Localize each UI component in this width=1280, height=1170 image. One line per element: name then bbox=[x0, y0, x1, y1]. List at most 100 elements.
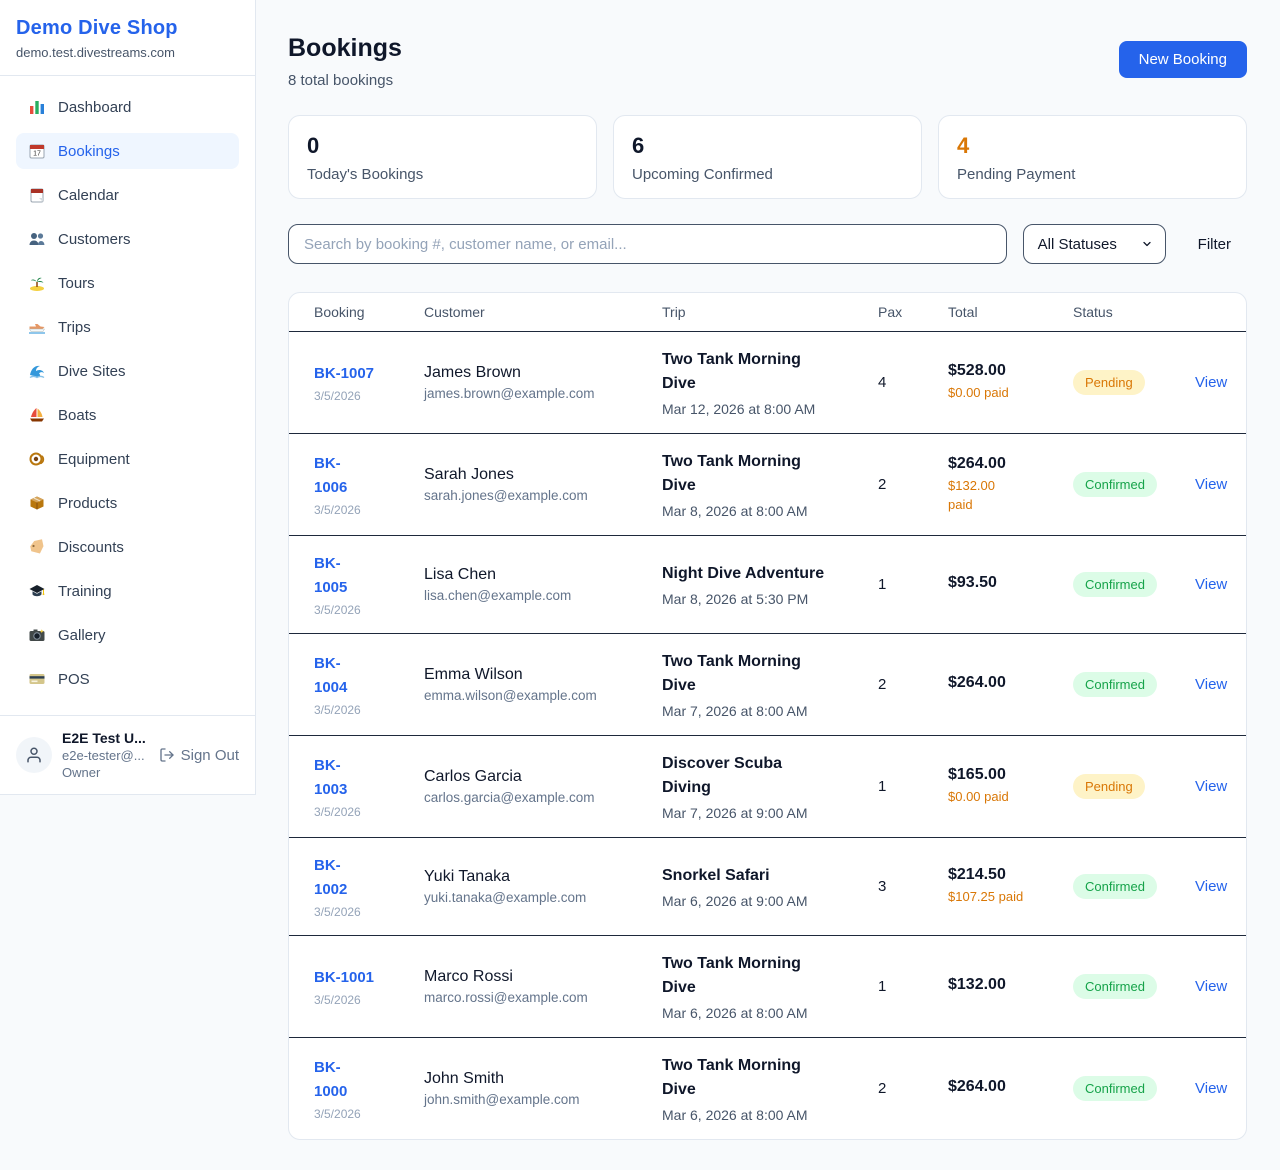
customer-name: Lisa Chen bbox=[424, 566, 638, 584]
trip-datetime: Mar 6, 2026 at 9:00 AM bbox=[662, 893, 854, 909]
trip-name: Two Tank Morning Dive bbox=[662, 348, 854, 396]
total-bookings-count: 8 total bookings bbox=[288, 72, 402, 89]
customer-name: Emma Wilson bbox=[424, 666, 638, 684]
view-link[interactable]: View bbox=[1195, 576, 1227, 593]
sidebar-item-customers[interactable]: Customers bbox=[16, 221, 239, 257]
sidebar-item-dive-sites[interactable]: Dive Sites bbox=[16, 353, 239, 389]
trip-datetime: Mar 7, 2026 at 9:00 AM bbox=[662, 805, 854, 821]
customer-name: Marco Rossi bbox=[424, 968, 638, 986]
sidebar-item-products[interactable]: Products bbox=[16, 485, 239, 521]
bookings-table: Booking Customer Trip Pax Total Status B… bbox=[289, 293, 1247, 1139]
sidebar-item-dashboard[interactable]: Dashboard bbox=[16, 89, 239, 125]
total-amount: $132.00 bbox=[948, 976, 1049, 994]
view-link[interactable]: View bbox=[1195, 676, 1227, 693]
user-meta: E2E Test U... e2e-tester@... Owner bbox=[62, 730, 149, 780]
sidebar-item-gallery[interactable]: Gallery bbox=[16, 617, 239, 653]
calendar-page-icon bbox=[28, 186, 46, 204]
trip-datetime: Mar 6, 2026 at 8:00 AM bbox=[662, 1107, 854, 1123]
booking-date: 3/5/2026 bbox=[314, 1107, 400, 1121]
stat-value: 0 bbox=[307, 133, 578, 159]
bar-chart-icon bbox=[28, 98, 46, 116]
view-link[interactable]: View bbox=[1195, 878, 1227, 895]
users-icon bbox=[28, 230, 46, 248]
sidebar-item-pos[interactable]: POS bbox=[16, 661, 239, 697]
booking-code-link[interactable]: BK- 1004 bbox=[314, 652, 347, 700]
total-amount: $93.50 bbox=[948, 574, 1049, 592]
stat-label: Upcoming Confirmed bbox=[632, 166, 903, 183]
booking-date: 3/5/2026 bbox=[314, 905, 400, 919]
stat-card-pending-payment: 4 Pending Payment bbox=[938, 115, 1247, 199]
sidebar-item-calendar[interactable]: Calendar bbox=[16, 177, 239, 213]
booking-code-link[interactable]: BK-1001 bbox=[314, 966, 374, 990]
sidebar-item-discounts[interactable]: Discounts bbox=[16, 529, 239, 565]
booking-code-link[interactable]: BK-1007 bbox=[314, 362, 374, 386]
booking-code-link[interactable]: BK- 1005 bbox=[314, 552, 347, 600]
sidebar: Demo Dive Shop demo.test.divestreams.com… bbox=[0, 0, 256, 795]
sidebar-item-label: Boats bbox=[58, 407, 96, 424]
customer-email: emma.wilson@example.com bbox=[424, 688, 638, 703]
status-badge: Confirmed bbox=[1073, 472, 1157, 497]
trip-name: Night Dive Adventure bbox=[662, 562, 854, 586]
user-name: E2E Test U... bbox=[62, 730, 149, 746]
new-booking-button[interactable]: New Booking bbox=[1119, 41, 1247, 78]
trip-name: Snorkel Safari bbox=[662, 864, 854, 888]
user-block: E2E Test U... e2e-tester@... Owner Sign … bbox=[0, 715, 255, 794]
pax-count: 2 bbox=[866, 634, 936, 736]
avatar bbox=[16, 737, 52, 773]
sidebar-item-label: Gallery bbox=[58, 627, 106, 644]
customer-email: john.smith@example.com bbox=[424, 1092, 638, 1107]
view-link[interactable]: View bbox=[1195, 476, 1227, 493]
col-header-total: Total bbox=[936, 293, 1061, 332]
status-filter-select[interactable]: All Statuses bbox=[1023, 224, 1166, 264]
page-header: Bookings 8 total bookings New Booking bbox=[288, 34, 1247, 89]
table-row: BK- 1003 3/5/2026 Carlos Garcia carlos.g… bbox=[289, 736, 1247, 838]
trip-datetime: Mar 6, 2026 at 8:00 AM bbox=[662, 1005, 854, 1021]
sidebar-item-training[interactable]: Training bbox=[16, 573, 239, 609]
sidebar-item-tours[interactable]: Tours bbox=[16, 265, 239, 301]
booking-code-link[interactable]: BK- 1000 bbox=[314, 1056, 347, 1104]
sidebar-item-bookings[interactable]: 17 Bookings bbox=[16, 133, 239, 169]
booking-code-link[interactable]: BK- 1003 bbox=[314, 754, 347, 802]
sign-out-button[interactable]: Sign Out bbox=[159, 747, 239, 764]
sidebar-item-trips[interactable]: Trips bbox=[16, 309, 239, 345]
view-link[interactable]: View bbox=[1195, 374, 1227, 391]
customer-email: sarah.jones@example.com bbox=[424, 488, 638, 503]
sailboat-icon bbox=[28, 406, 46, 424]
user-role: Owner bbox=[62, 765, 149, 780]
booking-date: 3/5/2026 bbox=[314, 703, 400, 717]
sidebar-item-label: Dive Sites bbox=[58, 363, 126, 380]
customer-name: Carlos Garcia bbox=[424, 768, 638, 786]
status-filter-value: All Statuses bbox=[1038, 236, 1117, 253]
sidebar-item-equipment[interactable]: Equipment bbox=[16, 441, 239, 477]
total-amount: $264.00 bbox=[948, 674, 1049, 692]
booking-code-link[interactable]: BK- 1002 bbox=[314, 854, 347, 902]
trip-name: Two Tank Morning Dive bbox=[662, 1054, 854, 1102]
col-header-status: Status bbox=[1061, 293, 1183, 332]
table-row: BK- 1000 3/5/2026 John Smith john.smith@… bbox=[289, 1038, 1247, 1140]
sidebar-nav: Dashboard 17 Bookings Calendar Customers bbox=[0, 76, 255, 715]
pax-count: 1 bbox=[866, 936, 936, 1038]
view-link[interactable]: View bbox=[1195, 1080, 1227, 1097]
customer-name: John Smith bbox=[424, 1070, 638, 1088]
status-badge: Confirmed bbox=[1073, 1076, 1157, 1101]
status-badge: Pending bbox=[1073, 774, 1145, 799]
view-link[interactable]: View bbox=[1195, 778, 1227, 795]
search-input[interactable] bbox=[288, 224, 1007, 264]
customer-email: lisa.chen@example.com bbox=[424, 588, 638, 603]
filter-button[interactable]: Filter bbox=[1182, 236, 1247, 253]
stat-value: 6 bbox=[632, 133, 903, 159]
total-amount: $264.00 bbox=[948, 1078, 1049, 1096]
sidebar-item-label: Customers bbox=[58, 231, 131, 248]
total-amount: $264.00 bbox=[948, 455, 1049, 473]
bookings-table-card: Booking Customer Trip Pax Total Status B… bbox=[288, 292, 1247, 1140]
view-link[interactable]: View bbox=[1195, 978, 1227, 995]
booking-code-link[interactable]: BK- 1006 bbox=[314, 452, 347, 500]
table-row: BK- 1004 3/5/2026 Emma Wilson emma.wilso… bbox=[289, 634, 1247, 736]
table-row: BK- 1006 3/5/2026 Sarah Jones sarah.jone… bbox=[289, 434, 1247, 536]
paid-amount: $0.00 paid bbox=[948, 384, 1049, 403]
sidebar-item-label: Trips bbox=[58, 319, 91, 336]
user-icon bbox=[25, 746, 43, 764]
camera-icon bbox=[28, 626, 46, 644]
sidebar-item-boats[interactable]: Boats bbox=[16, 397, 239, 433]
user-email: e2e-tester@... bbox=[62, 748, 149, 763]
